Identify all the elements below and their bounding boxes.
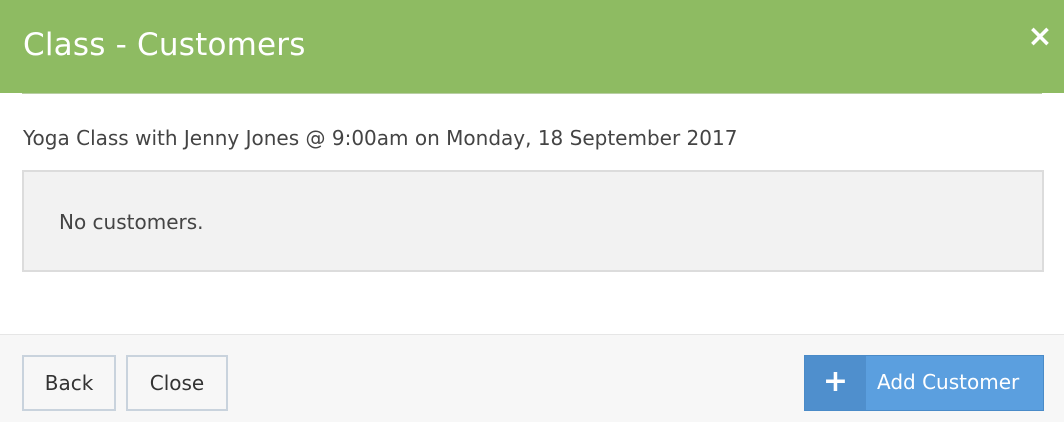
close-icon[interactable]: × [1027, 20, 1053, 54]
add-customer-label: Add Customer [877, 370, 1020, 394]
modal-title: Class - Customers [23, 27, 306, 63]
class-customers-modal: Class - Customers × Yoga Class with Jenn… [0, 0, 1064, 422]
class-info: Yoga Class with Jenny Jones @ 9:00am on … [23, 126, 738, 150]
customers-list: No customers. [22, 170, 1044, 272]
header-divider [22, 93, 1042, 94]
empty-state-text: No customers. [59, 210, 204, 234]
back-button[interactable]: Back [22, 355, 116, 411]
modal-header: Class - Customers × [0, 0, 1064, 93]
plus-icon: + [805, 356, 866, 410]
add-customer-button[interactable]: + Add Customer [804, 355, 1044, 411]
close-button[interactable]: Close [126, 355, 228, 411]
modal-footer: Back Close + Add Customer [0, 334, 1064, 422]
